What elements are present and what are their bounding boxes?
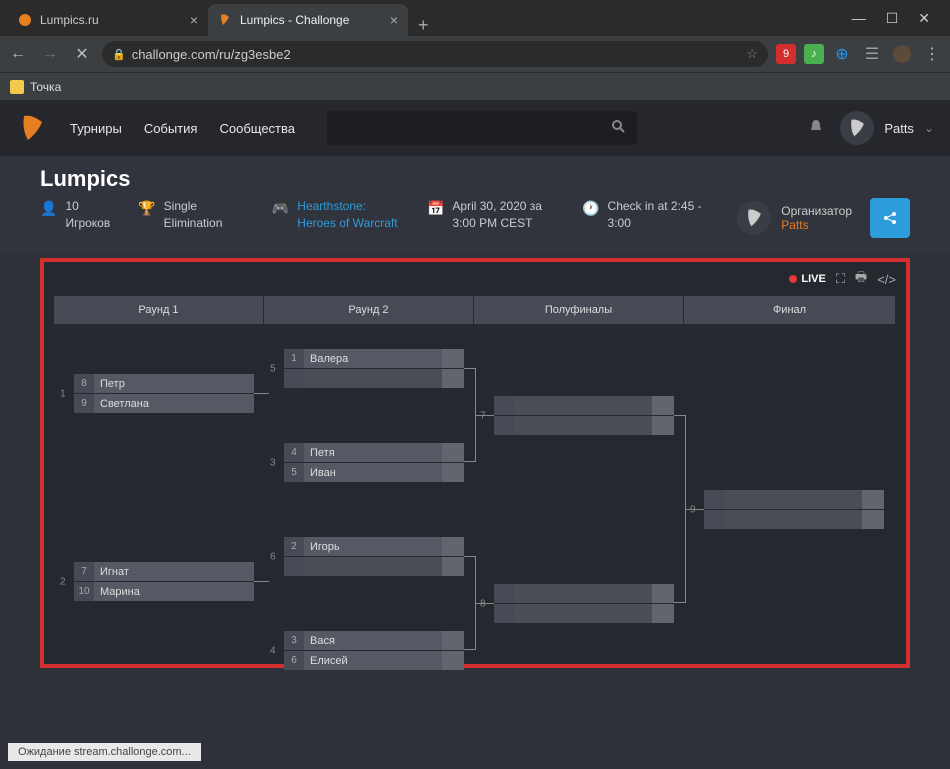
favicon xyxy=(218,13,232,27)
organizer-box: Организатор Patts xyxy=(737,198,910,238)
tournament-title: Lumpics xyxy=(40,166,910,192)
close-icon[interactable]: × xyxy=(190,12,198,28)
organizer-name[interactable]: Patts xyxy=(781,218,852,232)
chevron-down-icon: ⌄ xyxy=(924,121,934,135)
nav-communities[interactable]: Сообщества xyxy=(219,121,295,136)
browser-tab[interactable]: Lumpics.ru × xyxy=(8,4,208,36)
share-button[interactable] xyxy=(870,198,910,238)
meta-players: 👤 10Игроков xyxy=(40,198,110,232)
notifications-icon[interactable] xyxy=(808,118,824,139)
match-9[interactable]: 9 xyxy=(704,490,884,530)
address-bar: ← → ✕ 🔒 challonge.com/ru/zg3esbe2 ☆ 9 ♪ … xyxy=(0,36,950,72)
challonge-logo[interactable] xyxy=(16,112,48,144)
bookmark-folder-icon xyxy=(10,80,24,94)
calendar-icon: 📅 xyxy=(427,200,444,217)
nav-tournaments[interactable]: Турниры xyxy=(70,121,122,136)
search-icon xyxy=(611,119,625,138)
match-4[interactable]: 4 3Вася 6Елисей xyxy=(284,631,464,671)
fullscreen-icon[interactable]: ⛶ xyxy=(836,271,845,287)
new-tab-button[interactable]: + xyxy=(408,15,439,36)
extension-icon[interactable]: ⊕ xyxy=(832,44,852,64)
maximize-icon[interactable]: ☐ xyxy=(886,10,899,27)
rounds-header: Раунд 1 Раунд 2 Полуфиналы Финал xyxy=(44,296,906,324)
search-input[interactable] xyxy=(327,111,637,145)
round-header: Раунд 2 xyxy=(264,296,474,324)
match-1[interactable]: 1 8Петр 9Светлана xyxy=(74,374,254,414)
url-input[interactable]: 🔒 challonge.com/ru/zg3esbe2 ☆ xyxy=(102,41,768,67)
tab-title: Lumpics.ru xyxy=(40,13,99,27)
match-2[interactable]: 2 7Игнат 10Марина xyxy=(74,562,254,602)
match-8[interactable]: 8 xyxy=(494,584,674,624)
embed-icon[interactable]: </> xyxy=(877,272,896,287)
lock-icon: 🔒 xyxy=(112,48,126,61)
live-badge: LIVE xyxy=(789,273,825,285)
tab-title: Lumpics - Challonge xyxy=(240,13,349,27)
gamepad-icon: 🎮 xyxy=(272,200,289,217)
favicon xyxy=(18,13,32,27)
nav-events[interactable]: События xyxy=(144,121,198,136)
username: Patts xyxy=(884,121,914,136)
trophy-icon: 🏆 xyxy=(138,200,155,217)
bracket-body: 1 8Петр 9Светлана 2 7Игнат 10Марина 5 1В… xyxy=(44,324,906,674)
stop-icon[interactable]: ✕ xyxy=(70,44,94,64)
window-controls: — ☐ ✕ xyxy=(852,0,950,36)
user-icon: 👤 xyxy=(40,200,57,217)
browser-status: Ожидание stream.challonge.com... xyxy=(8,743,201,761)
browser-titlebar: Lumpics.ru × Lumpics - Challonge × + — ☐… xyxy=(0,0,950,36)
user-menu[interactable]: Patts ⌄ xyxy=(840,111,934,145)
reading-list-icon[interactable]: ☰ xyxy=(860,44,884,64)
meta-date: 📅 April 30, 2020 за 3:00 PM CEST xyxy=(427,198,554,232)
meta-checkin: 🕐 Check in at 2:45 - 3:00 xyxy=(582,198,709,232)
bracket-container: LIVE ⛶ 🖶 </> Раунд 1 Раунд 2 Полуфиналы … xyxy=(40,258,910,668)
menu-icon[interactable]: ⋮ xyxy=(920,44,944,64)
url-text: challonge.com/ru/zg3esbe2 xyxy=(132,47,291,62)
site-header: Турниры События Сообщества Patts ⌄ xyxy=(0,100,950,156)
extension-icon[interactable]: 9 xyxy=(776,44,796,64)
profile-icon[interactable] xyxy=(892,44,912,64)
organizer-label: Организатор xyxy=(781,204,852,218)
close-icon[interactable]: × xyxy=(390,12,398,28)
browser-tab-active[interactable]: Lumpics - Challonge × xyxy=(208,4,408,36)
minimize-icon[interactable]: — xyxy=(852,10,866,26)
organizer-avatar xyxy=(737,201,771,235)
close-window-icon[interactable]: ✕ xyxy=(918,10,930,27)
forward-icon[interactable]: → xyxy=(38,45,62,63)
match-6[interactable]: 6 2Игорь xyxy=(284,537,464,577)
bookmark-bar: Точка xyxy=(0,72,950,100)
print-icon[interactable]: 🖶 xyxy=(855,268,867,290)
match-5[interactable]: 5 1Валера xyxy=(284,349,464,389)
avatar xyxy=(840,111,874,145)
back-icon[interactable]: ← xyxy=(6,45,30,63)
round-header: Раунд 1 xyxy=(54,296,264,324)
match-3[interactable]: 3 4Петя 5Иван xyxy=(284,443,464,483)
bookmark-item[interactable]: Точка xyxy=(30,80,61,94)
star-icon[interactable]: ☆ xyxy=(746,46,758,62)
meta-game[interactable]: 🎮 Hearthstone: Heroes of Warcraft xyxy=(272,198,399,232)
extension-icon[interactable]: ♪ xyxy=(804,44,824,64)
round-header: Финал xyxy=(684,296,896,324)
match-7[interactable]: 7 xyxy=(494,396,674,436)
round-header: Полуфиналы xyxy=(474,296,684,324)
clock-icon: 🕐 xyxy=(582,200,599,217)
meta-format: 🏆 Single Elimination xyxy=(138,198,244,232)
tournament-info: Lumpics 👤 10Игроков 🏆 Single Elimination… xyxy=(0,156,950,252)
